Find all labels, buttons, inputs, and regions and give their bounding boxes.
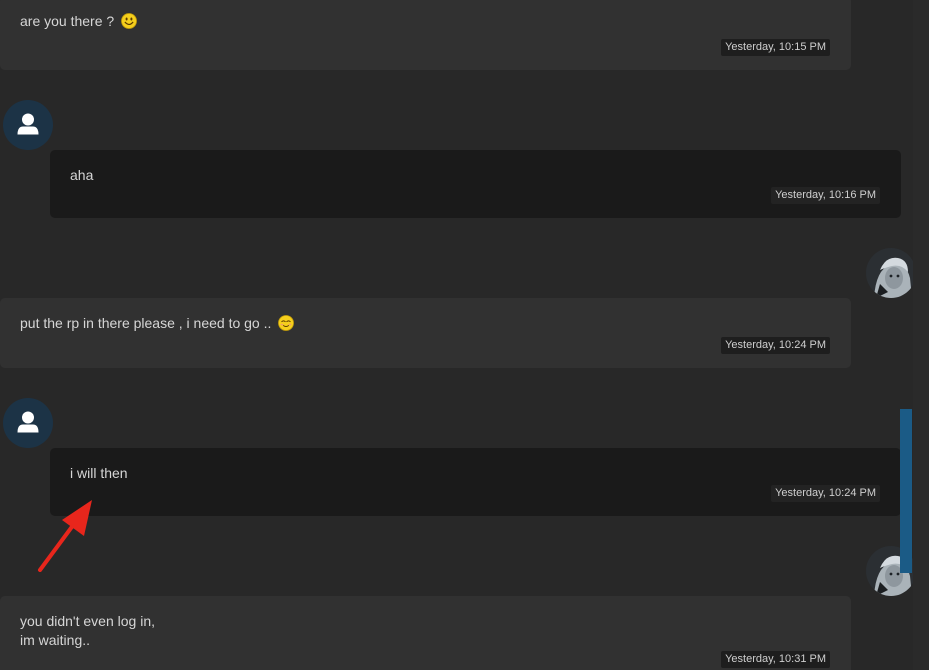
contact-photo-icon bbox=[866, 248, 916, 298]
red-arrow-icon bbox=[38, 500, 92, 572]
message-timestamp: Yesterday, 10:31 PM bbox=[721, 651, 830, 668]
message-text: are you there ? bbox=[20, 13, 115, 29]
smile-emoji-icon bbox=[121, 13, 137, 29]
scrollbar-track[interactable] bbox=[913, 0, 929, 670]
scrollbar-thumb[interactable] bbox=[900, 409, 912, 573]
chat-window: are you there ? Yesterday, 10:15 PM aha … bbox=[0, 0, 929, 670]
relieved-emoji-icon bbox=[278, 315, 295, 331]
contact-avatar[interactable] bbox=[866, 248, 916, 298]
user-icon bbox=[17, 411, 39, 433]
user-icon bbox=[17, 113, 39, 135]
message-bubble-outgoing: i will then Yesterday, 10:24 PM bbox=[50, 448, 901, 516]
user-avatar[interactable] bbox=[3, 398, 53, 448]
message-bubble-incoming: put the rp in there please , i need to g… bbox=[0, 298, 851, 368]
message-text: you didn't even log in, im waiting.. bbox=[20, 613, 155, 648]
message-text: i will then bbox=[70, 465, 128, 481]
message-timestamp: Yesterday, 10:16 PM bbox=[771, 187, 880, 204]
message-text: put the rp in there please , i need to g… bbox=[20, 315, 272, 331]
message-bubble-incoming: you didn't even log in, im waiting.. Yes… bbox=[0, 596, 851, 670]
message-timestamp: Yesterday, 10:24 PM bbox=[771, 485, 880, 502]
message-bubble-incoming: are you there ? Yesterday, 10:15 PM bbox=[0, 0, 851, 70]
message-text: aha bbox=[70, 167, 94, 183]
message-bubble-outgoing: aha Yesterday, 10:16 PM bbox=[50, 150, 901, 218]
message-timestamp: Yesterday, 10:24 PM bbox=[721, 337, 830, 354]
user-avatar[interactable] bbox=[3, 100, 53, 150]
message-timestamp: Yesterday, 10:15 PM bbox=[721, 39, 830, 56]
